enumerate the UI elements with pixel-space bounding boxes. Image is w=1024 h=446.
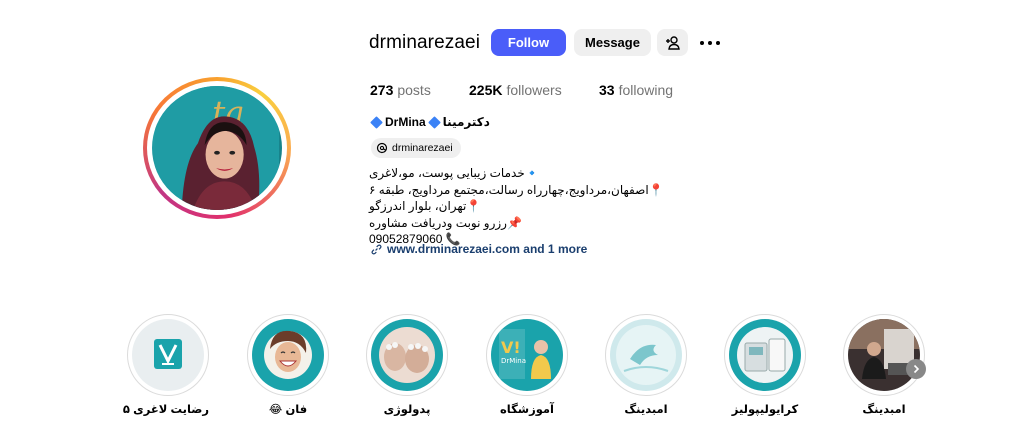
highlight-ring: [127, 314, 209, 396]
more-dot-icon: [716, 41, 720, 45]
suggested-accounts-button[interactable]: [657, 29, 688, 56]
story-highlight[interactable]: کرایولیپولیز: [724, 314, 806, 416]
laughing-woman-icon: [252, 319, 324, 391]
display-name-en: DrMina: [385, 115, 426, 129]
followers-label: followers: [506, 82, 562, 98]
posts-stat: 273 posts: [370, 82, 431, 98]
following-stat[interactable]: 33 following: [599, 82, 673, 98]
highlight-ring: [247, 314, 329, 396]
threads-handle: drminarezaei: [392, 142, 453, 154]
blue-diamond-icon: [427, 115, 441, 129]
posts-count: 273: [370, 82, 394, 98]
story-highlight[interactable]: امبدینگ: [605, 314, 687, 416]
story-highlight[interactable]: V! DrMina آموزشگاه: [486, 314, 568, 416]
highlight-label: فان 😂: [268, 404, 308, 416]
highlight-label: آموزشگاه: [500, 404, 554, 416]
threads-icon: [376, 142, 388, 154]
profile-avatar-story-ring[interactable]: ta: [143, 77, 291, 219]
followers-count: 225K: [469, 82, 503, 98]
more-dot-icon: [700, 41, 704, 45]
highlight-ring: [724, 314, 806, 396]
highlight-ring: [605, 314, 687, 396]
story-highlight[interactable]: رضایت لاغری ۵: [122, 314, 209, 416]
story-highlight[interactable]: فان 😂: [247, 314, 329, 416]
highlight-cover: [132, 319, 204, 391]
blue-diamond-icon: [370, 115, 383, 129]
story-highlight[interactable]: پدولوژی: [366, 314, 448, 416]
highlight-ring: V! DrMina: [486, 314, 568, 396]
svg-text:DrMina: DrMina: [501, 357, 526, 365]
following-count: 33: [599, 82, 615, 98]
link-icon: [371, 244, 382, 254]
bio-line: 📍تهران، بلوار اندرزگو: [369, 199, 482, 213]
highlight-cover: [252, 319, 324, 391]
highlight-label: امبدینگ: [862, 404, 906, 416]
highlight-label: رضایت لاغری ۵: [122, 404, 209, 416]
chevron-right-icon: [913, 364, 920, 374]
link-text: www.drminarezaei.com and 1 more: [387, 242, 588, 256]
message-button[interactable]: Message: [574, 29, 651, 56]
drmina-logo-icon: V! DrMina: [491, 319, 563, 391]
add-user-icon: [665, 35, 680, 50]
bio-line: 🔹خدمات زیبایی پوست، مو،لاغری: [369, 166, 540, 180]
highlight-label: کرایولیپولیز: [731, 404, 799, 416]
bio-line: 📍اصفهان،مرداویج،چهارراه رسالت،مجتمع مردا…: [369, 182, 664, 197]
highlight-label: امبدینگ: [624, 404, 668, 416]
avatar-photo-woman: ta: [155, 86, 279, 210]
highlight-ring: [366, 314, 448, 396]
highlight-cover: [729, 319, 801, 391]
svg-text:V!: V!: [501, 338, 521, 357]
avatar-border: ta: [147, 81, 287, 215]
device-photo-icon: [729, 319, 801, 391]
follow-button[interactable]: Follow: [491, 29, 566, 56]
profile-bio: 🔹خدمات زیبایی پوست، مو،لاغری 📍اصفهان،مرد…: [369, 165, 669, 248]
profile-page: ta drminarezaei Follow Message 273 posts…: [0, 0, 1024, 446]
threads-link-badge[interactable]: drminarezaei: [371, 138, 461, 158]
profile-external-link[interactable]: www.drminarezaei.com and 1 more: [371, 242, 587, 256]
bird-graphic-icon: [610, 319, 682, 391]
highlight-cover: [848, 319, 920, 391]
highlight-cover: [610, 319, 682, 391]
v-logo-icon: [132, 319, 204, 391]
posts-label: posts: [397, 82, 431, 98]
profile-display-name: DrMina دکترمینا: [370, 115, 490, 129]
highlight-ring: [843, 314, 925, 396]
avatar: ta: [152, 86, 282, 210]
highlight-cover: [371, 319, 443, 391]
highlight-label: پدولوژی: [383, 404, 431, 416]
followers-stat[interactable]: 225K followers: [469, 82, 562, 98]
highlights-next-button[interactable]: [906, 359, 926, 379]
highlight-cover: V! DrMina: [491, 319, 563, 391]
bio-line: 📌رزرو نوبت ودریافت مشاوره: [369, 215, 522, 230]
feet-photo-icon: [371, 319, 443, 391]
display-name-fa: دکترمینا: [442, 115, 490, 129]
salon-photo-icon: [848, 319, 920, 391]
profile-username: drminarezaei: [369, 32, 481, 53]
more-options-button[interactable]: [697, 33, 723, 53]
more-dot-icon: [708, 41, 712, 45]
following-label: following: [618, 82, 674, 98]
